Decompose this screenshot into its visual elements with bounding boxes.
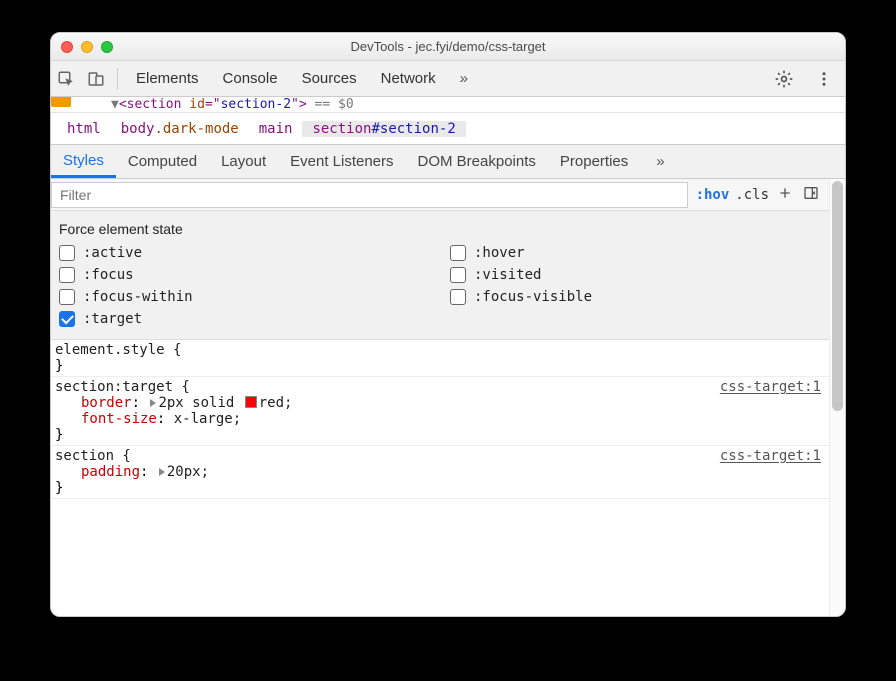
tab-network[interactable]: Network	[369, 61, 448, 96]
force-state-hover[interactable]: :hover	[450, 245, 821, 261]
style-rule[interactable]: element.style {}	[51, 340, 829, 377]
scrollbar-thumb[interactable]	[832, 181, 843, 411]
force-state-active[interactable]: :active	[59, 245, 430, 261]
styles-filter-input[interactable]	[51, 182, 688, 208]
checkbox-icon[interactable]	[59, 289, 75, 305]
force-state-label: :focus	[83, 267, 134, 283]
rule-source-link[interactable]: css-target:1	[720, 448, 821, 464]
rule-selector[interactable]: section {	[55, 448, 131, 464]
rule-source-link[interactable]: css-target:1	[720, 379, 821, 395]
more-tabs-button[interactable]: »	[448, 61, 476, 96]
toggle-hover-states-button[interactable]: :hov	[696, 187, 730, 203]
style-rule[interactable]: section { css-target:1padding: 20px;}	[51, 446, 829, 499]
breadcrumb-main[interactable]: main	[249, 121, 303, 137]
force-state-focus-visible[interactable]: :focus-visible	[450, 289, 821, 305]
force-state-heading: Force element state	[59, 221, 821, 237]
toolbar-separator	[117, 68, 118, 90]
tab-console[interactable]: Console	[211, 61, 290, 96]
rule-selector[interactable]: section:target {	[55, 379, 190, 395]
styles-toolbar: :hov .cls	[51, 179, 829, 211]
force-state-label: :target	[83, 311, 142, 327]
elements-tree-peek[interactable]: ▼<section id="section-2"> == $0	[51, 97, 845, 113]
subtab-styles[interactable]: Styles	[51, 145, 116, 178]
checkbox-icon[interactable]	[59, 311, 75, 327]
checkbox-icon[interactable]	[59, 245, 75, 261]
computed-sidebar-toggle-icon[interactable]	[801, 185, 821, 205]
force-state-label: :active	[83, 245, 142, 261]
force-element-state-pane: Force element state :active :hover :focus:…	[51, 211, 829, 340]
panel-tabs: Elements Console Sources Network »	[124, 61, 476, 96]
force-state-label: :focus-within	[83, 289, 193, 305]
style-declaration[interactable]: border: 2px solid red;	[81, 395, 821, 411]
vertical-scrollbar[interactable]	[829, 179, 845, 616]
force-state-target[interactable]: :target	[59, 311, 430, 327]
color-swatch-icon[interactable]	[245, 396, 257, 408]
rule-close-brace: }	[55, 427, 821, 443]
window-controls	[61, 41, 113, 53]
tab-elements[interactable]: Elements	[124, 61, 211, 96]
toggle-classes-button[interactable]: .cls	[735, 187, 769, 203]
more-subtabs-button[interactable]: »	[644, 145, 672, 178]
expand-icon[interactable]	[159, 468, 165, 476]
subtab-properties[interactable]: Properties	[548, 145, 640, 178]
style-declaration[interactable]: padding: 20px;	[81, 464, 821, 480]
customize-menu-icon[interactable]	[809, 70, 839, 88]
checkbox-icon[interactable]	[450, 245, 466, 261]
style-rule[interactable]: section:target { css-target:1border: 2px …	[51, 377, 829, 446]
window-titlebar[interactable]: DevTools - jec.fyi/demo/css-target	[51, 33, 845, 61]
force-state-focus-within[interactable]: :focus-within	[59, 289, 430, 305]
window-title: DevTools - jec.fyi/demo/css-target	[51, 39, 845, 54]
settings-icon[interactable]	[769, 69, 799, 89]
force-state-label: :focus-visible	[474, 289, 592, 305]
expand-icon[interactable]	[150, 399, 156, 407]
checkbox-icon[interactable]	[59, 267, 75, 283]
zoom-window-button[interactable]	[101, 41, 113, 53]
devtools-window: DevTools - jec.fyi/demo/css-target Eleme…	[50, 32, 846, 617]
breadcrumb-section[interactable]: section#section-2	[302, 121, 465, 137]
style-declaration[interactable]: font-size: x-large;	[81, 411, 821, 427]
sidebar-tabs: Styles Computed Layout Event Listeners D…	[51, 145, 845, 179]
breadcrumb-html[interactable]: html	[57, 121, 111, 137]
close-window-button[interactable]	[61, 41, 73, 53]
breadcrumb-body[interactable]: body.dark-mode	[111, 121, 249, 137]
force-state-focus[interactable]: :focus	[59, 267, 430, 283]
inspect-element-icon[interactable]	[51, 61, 81, 96]
main-toolbar: Elements Console Sources Network »	[51, 61, 845, 97]
force-state-label: :hover	[474, 245, 525, 261]
warning-badge-icon	[51, 97, 71, 107]
checkbox-icon[interactable]	[450, 289, 466, 305]
force-state-label: :visited	[474, 267, 541, 283]
style-rules-list: element.style {} section:target { css-targ…	[51, 340, 829, 616]
tab-sources[interactable]: Sources	[290, 61, 369, 96]
rule-close-brace: }	[55, 358, 821, 374]
breadcrumb: html body.dark-mode main section#section…	[51, 113, 845, 145]
subtab-dom-breakpoints[interactable]: DOM Breakpoints	[406, 145, 548, 178]
minimize-window-button[interactable]	[81, 41, 93, 53]
subtab-computed[interactable]: Computed	[116, 145, 209, 178]
rule-selector[interactable]: element.style {	[55, 342, 181, 358]
device-toolbar-icon[interactable]	[81, 61, 111, 96]
rule-close-brace: }	[55, 480, 821, 496]
force-state-visited[interactable]: :visited	[450, 267, 821, 283]
checkbox-icon[interactable]	[450, 267, 466, 283]
subtab-event-listeners[interactable]: Event Listeners	[278, 145, 405, 178]
subtab-layout[interactable]: Layout	[209, 145, 278, 178]
new-style-rule-button[interactable]	[775, 185, 795, 205]
